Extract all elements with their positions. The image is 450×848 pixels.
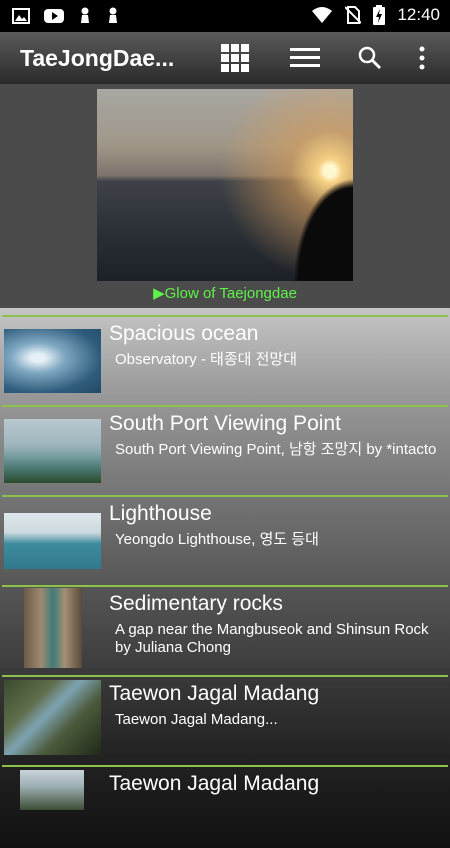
featured-section: ▶Glow of Taejongdae [0,84,450,308]
youtube-icon [44,9,64,23]
featured-image-tree-silhouette [283,161,353,281]
chess-pawn-icon [81,7,89,23]
list-divider [2,405,448,407]
item-thumbnail [24,588,82,673]
list-view-button[interactable] [289,42,321,74]
app-bar: TaeJongDae... [0,32,450,84]
item-subtitle: South Port Viewing Point, 남항 조망지 by *int… [115,441,437,458]
overflow-menu-button[interactable] [406,42,438,74]
list-item[interactable]: Taewon Jagal Madang [0,758,450,848]
list-divider [2,585,448,587]
list-divider [2,765,448,767]
status-bar: 12:40 [0,0,450,32]
item-thumbnail [4,680,101,755]
item-title: Taewon Jagal Madang [109,772,320,795]
item-thumbnail [4,329,101,393]
wifi-icon [312,7,333,23]
list-divider [2,495,448,497]
image-icon [12,8,30,24]
item-subtitle: Taewon Jagal Madang... [115,711,278,728]
status-right-icons: 12:40 [311,5,440,25]
list-item[interactable]: Lighthouse Yeongdo Lighthouse, 영도 등대 [0,488,450,578]
no-sim-icon [345,6,362,24]
item-subtitle: Yeongdo Lighthouse, 영도 등대 [115,531,319,548]
item-thumbnail [4,419,101,483]
item-title: South Port Viewing Point [109,412,341,435]
grid-view-icon [221,44,249,72]
item-title: Taewon Jagal Madang [109,682,320,705]
list-divider [2,315,448,317]
item-title: Sedimentary rocks [109,592,283,615]
item-thumbnail [20,770,84,810]
status-time: 12:40 [397,5,440,24]
item-subtitle: A gap near the Mangbuseok and Shinsun Ro… [115,621,429,656]
battery-charging-icon [373,5,386,25]
search-button[interactable] [354,42,386,74]
list-item[interactable]: Spacious ocean Observatory - 태종대 전망대 [0,308,450,398]
item-title: Lighthouse [109,502,212,525]
featured-image[interactable] [97,89,353,281]
overflow-menu-icon [419,46,425,70]
list-item[interactable]: Taewon Jagal Madang Taewon Jagal Madang.… [0,668,450,758]
featured-caption[interactable]: ▶Glow of Taejongdae [0,284,450,302]
grid-view-button[interactable] [219,42,251,74]
app-title: TaeJongDae... [20,45,175,71]
list-item[interactable]: Sedimentary rocks A gap near the Mangbus… [0,578,450,673]
search-icon [358,46,382,70]
list-view-icon [290,48,320,67]
item-subtitle: Observatory - 태종대 전망대 [115,351,297,368]
item-title: Spacious ocean [109,322,259,345]
chess-pawn-icon [109,7,117,23]
list-item[interactable]: South Port Viewing Point South Port View… [0,398,450,488]
status-left-icons [12,7,120,25]
item-thumbnail [4,513,101,569]
list-divider [2,675,448,677]
place-list: Spacious ocean Observatory - 태종대 전망대 Sou… [0,308,450,848]
